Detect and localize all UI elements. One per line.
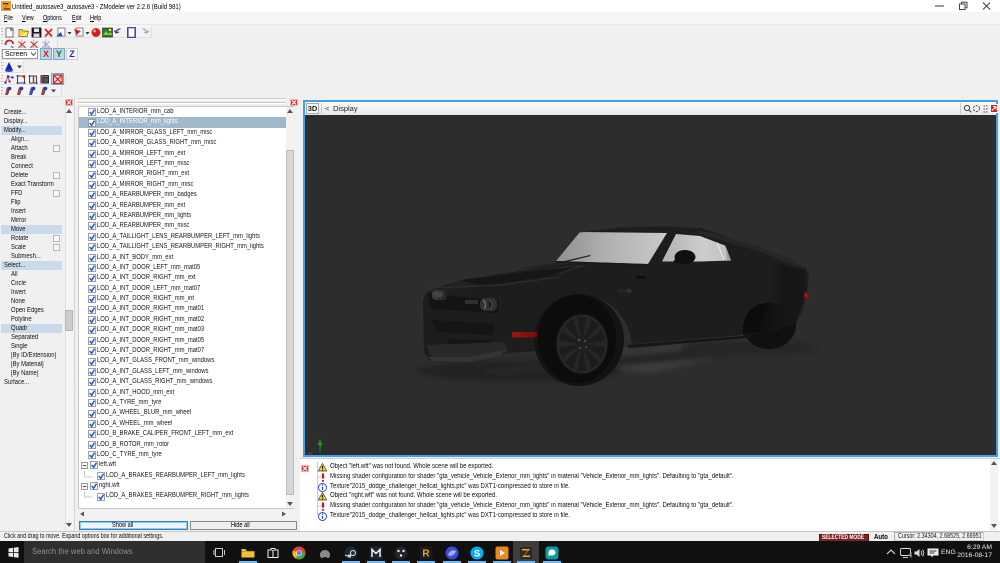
svg-text:S: S — [474, 549, 480, 560]
svg-text:R: R — [422, 549, 430, 560]
